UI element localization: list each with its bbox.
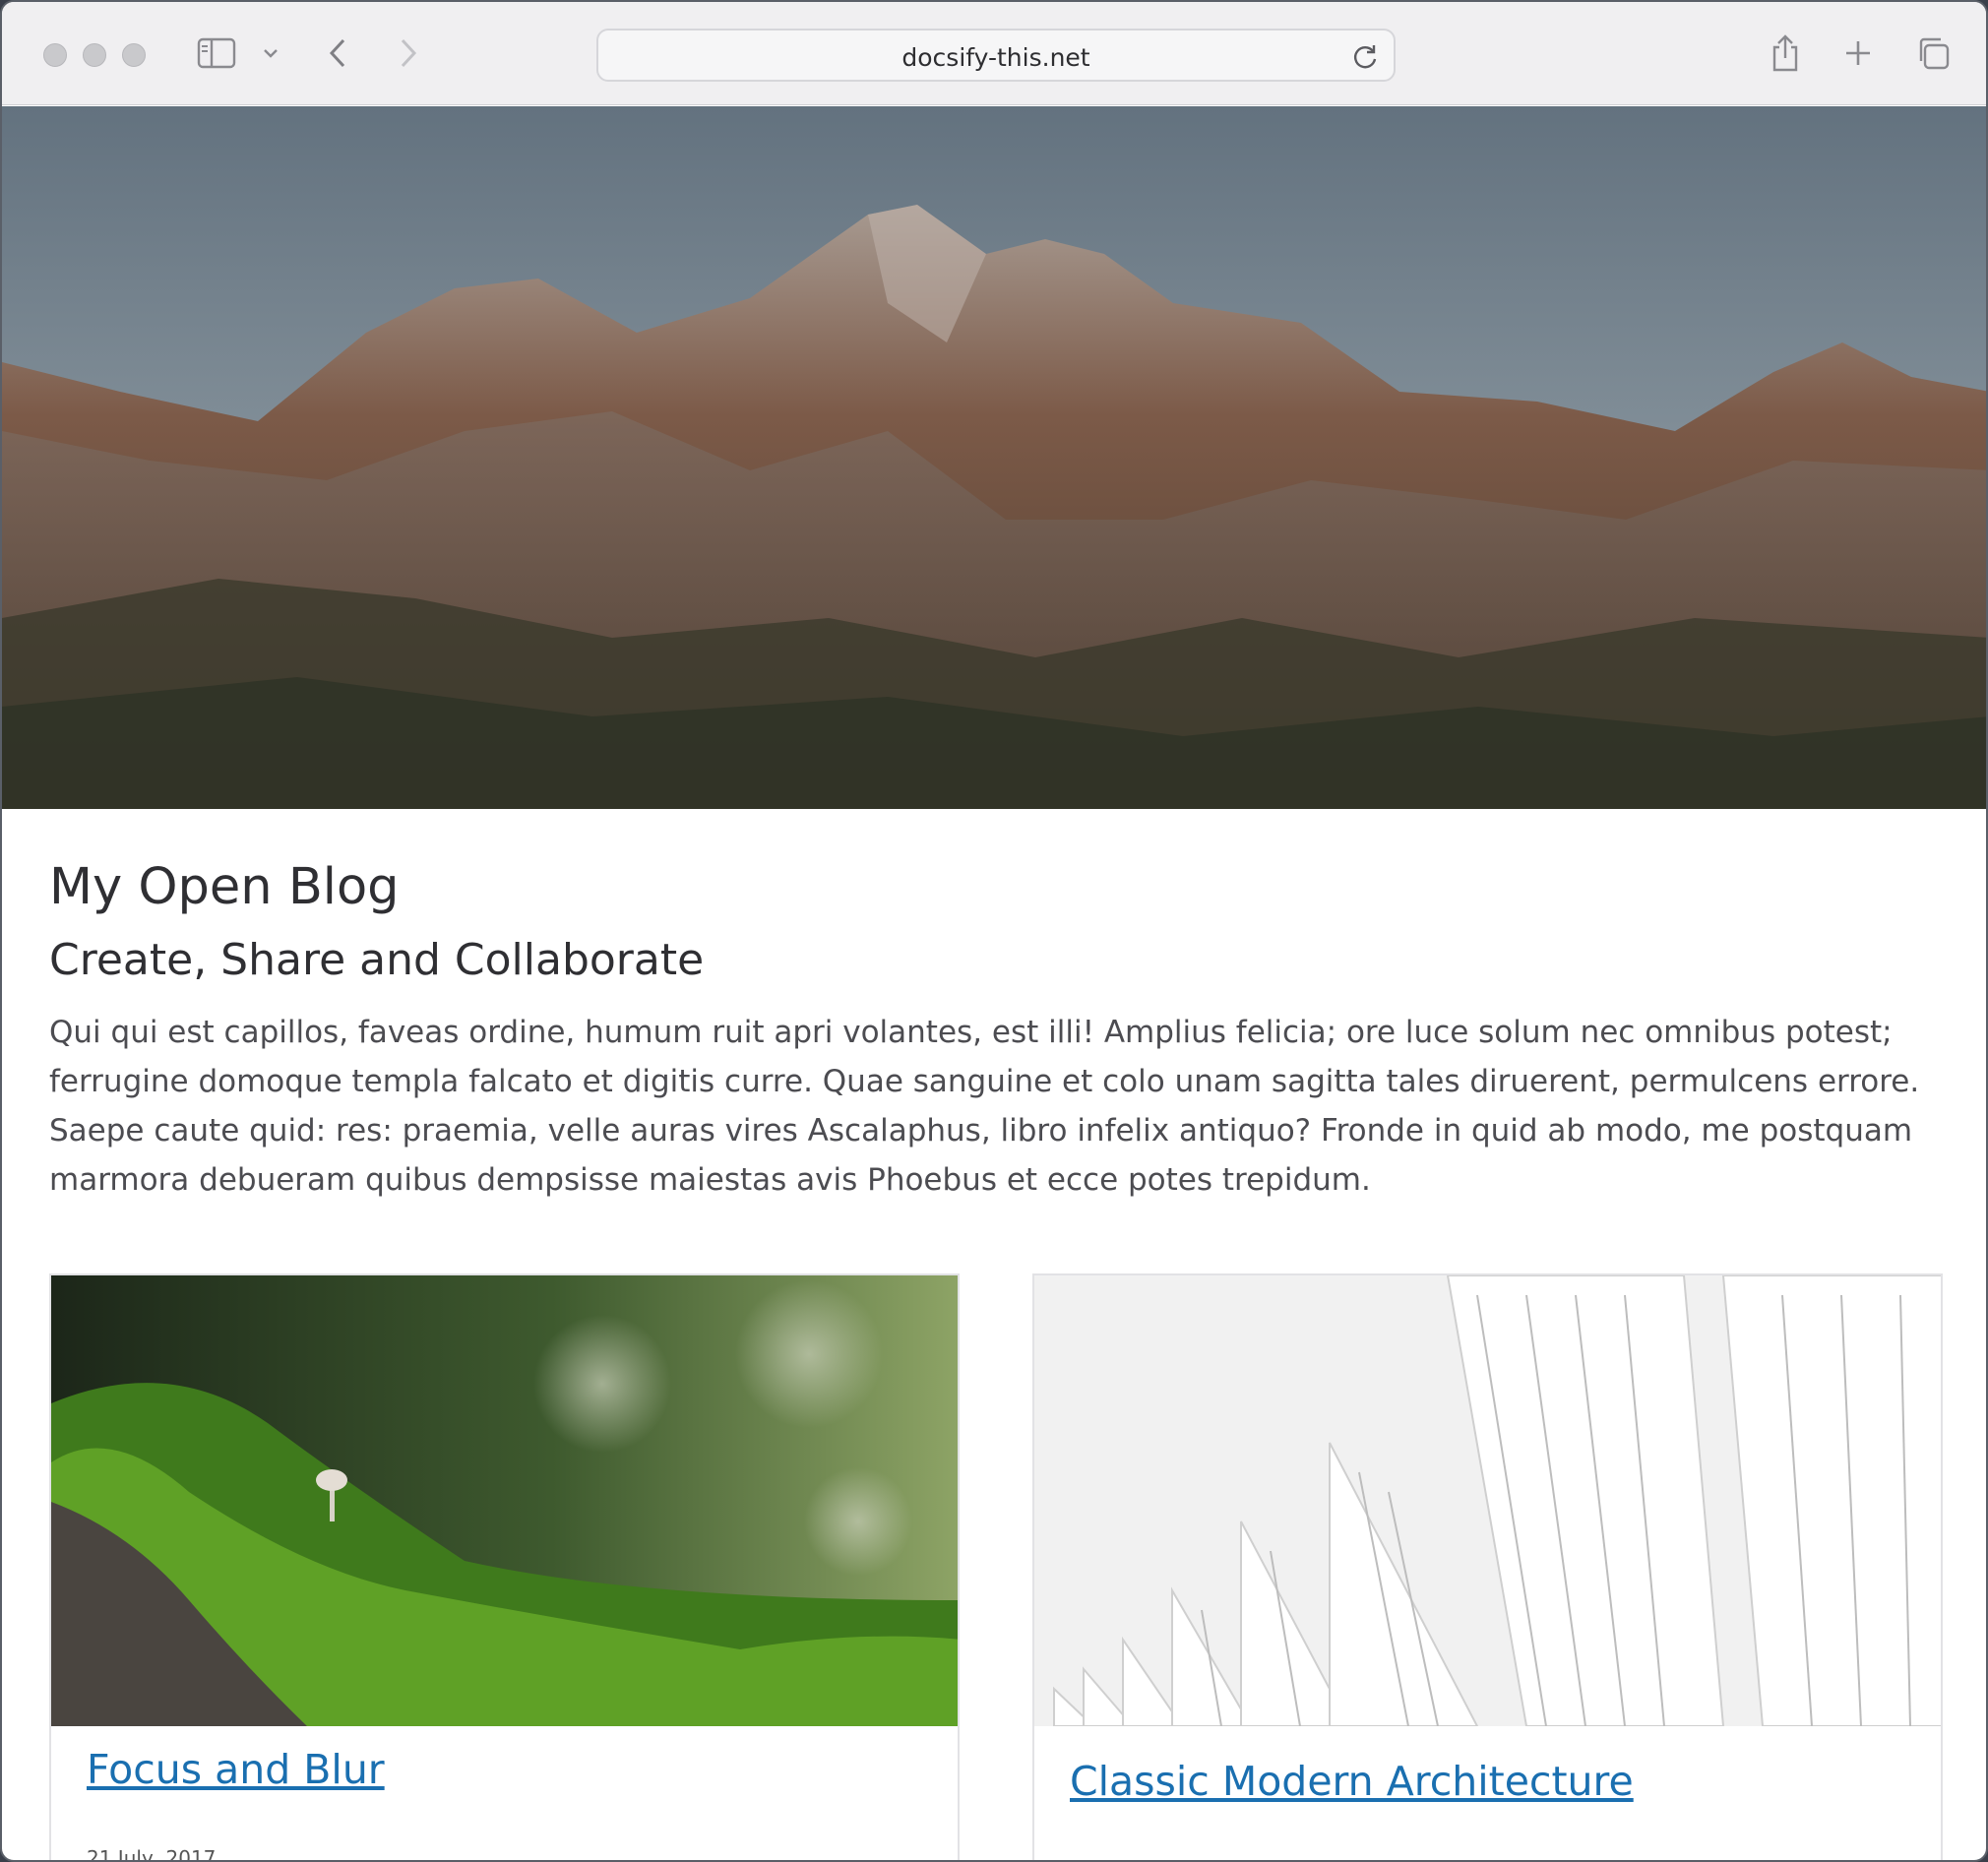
intro-paragraph: Qui qui est capillos, faveas ordine, hum…	[49, 1015, 1920, 1198]
page-content: My Open Blog Create, Share and Collabora…	[2, 106, 1986, 1862]
browser-window: docsify-this.net My Open Blog Create, Sh…	[0, 0, 1988, 1862]
chevron-down-icon[interactable]	[258, 31, 283, 75]
new-tab-icon[interactable]	[1840, 31, 1876, 75]
address-bar[interactable]: docsify-this.net	[596, 29, 1396, 82]
page-title: My Open Blog	[49, 858, 400, 916]
back-icon[interactable]	[323, 31, 352, 75]
url-text: docsify-this.net	[901, 43, 1090, 72]
blog-card: Classic Modern Architecture	[1032, 1273, 1943, 1860]
reload-icon[interactable]	[1350, 42, 1380, 77]
card-image-moss	[51, 1275, 958, 1726]
close-window-button[interactable]	[43, 43, 67, 67]
tab-overview-icon[interactable]	[1913, 31, 1953, 75]
browser-toolbar: docsify-this.net	[2, 2, 1986, 105]
card-title-link[interactable]: Classic Modern Architecture	[1070, 1758, 1634, 1805]
minimize-window-button[interactable]	[83, 43, 106, 67]
page-subtitle: Create, Share and Collaborate	[49, 935, 705, 985]
hero-image	[2, 106, 1986, 809]
sidebar-toggle-icon[interactable]	[195, 31, 238, 75]
zoom-window-button[interactable]	[122, 43, 146, 67]
card-date: 21 July, 2017	[87, 1846, 217, 1862]
card-title-link[interactable]: Focus and Blur	[87, 1746, 385, 1793]
blog-card: Focus and Blur 21 July, 2017	[49, 1273, 960, 1862]
card-image-architecture	[1034, 1275, 1941, 1726]
forward-icon[interactable]	[394, 31, 423, 75]
share-icon[interactable]	[1768, 31, 1803, 75]
